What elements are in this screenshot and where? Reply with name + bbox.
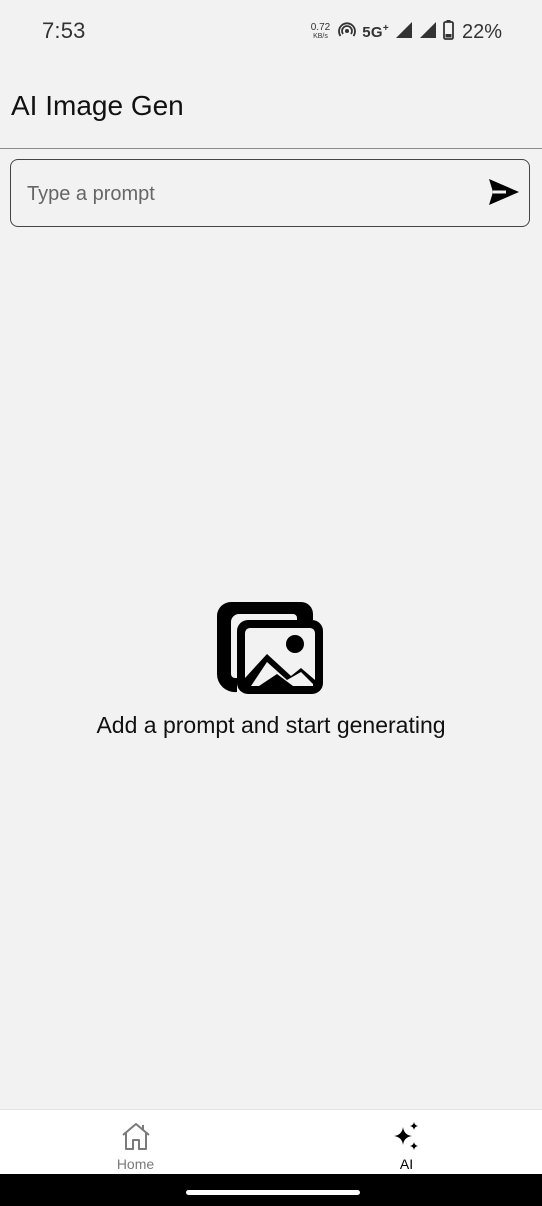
sparkles-icon bbox=[391, 1120, 423, 1152]
send-button[interactable] bbox=[487, 178, 521, 210]
empty-state-message: Add a prompt and start generating bbox=[96, 712, 446, 738]
image-gallery-icon bbox=[0, 600, 542, 696]
network-speed-value: 0.72 bbox=[310, 22, 331, 33]
app-bar: AI Image Gen bbox=[0, 62, 542, 149]
network-type-sup: + bbox=[382, 23, 389, 34]
bottom-navigation: Home AI bbox=[0, 1109, 542, 1175]
home-icon bbox=[120, 1120, 152, 1152]
network-speed-unit: KB/s bbox=[313, 33, 328, 40]
nav-item-ai[interactable]: AI bbox=[271, 1110, 542, 1175]
network-type-label: 5G bbox=[362, 24, 383, 41]
gesture-handle[interactable] bbox=[186, 1190, 360, 1195]
nav-item-home[interactable]: Home bbox=[0, 1110, 271, 1175]
system-navigation-bar bbox=[0, 1174, 542, 1206]
nav-label-ai: AI bbox=[399, 1156, 414, 1172]
status-bar: 7:53 0.72 KB/s 5G+ 22% bbox=[0, 0, 542, 62]
prompt-field bbox=[10, 159, 530, 227]
prompt-input[interactable] bbox=[27, 176, 467, 212]
nav-label-home: Home bbox=[116, 1156, 155, 1172]
signal-icon bbox=[419, 21, 437, 44]
status-time: 7:53 bbox=[42, 18, 86, 43]
app-title: AI Image Gen bbox=[11, 90, 184, 121]
empty-state: Add a prompt and start generating bbox=[0, 600, 542, 739]
send-icon bbox=[488, 178, 520, 211]
network-type: 5G+ bbox=[362, 23, 389, 41]
network-speed: 0.72 KB/s bbox=[311, 23, 330, 41]
hotspot-icon bbox=[338, 21, 357, 44]
signal-icon bbox=[395, 21, 413, 44]
battery-icon bbox=[443, 19, 454, 45]
status-indicators: 0.72 KB/s 5G+ 22% bbox=[311, 18, 502, 46]
battery-percent: 22% bbox=[461, 20, 502, 43]
screen: 7:53 0.72 KB/s 5G+ 22% AI Image Gen Type… bbox=[0, 0, 542, 1206]
